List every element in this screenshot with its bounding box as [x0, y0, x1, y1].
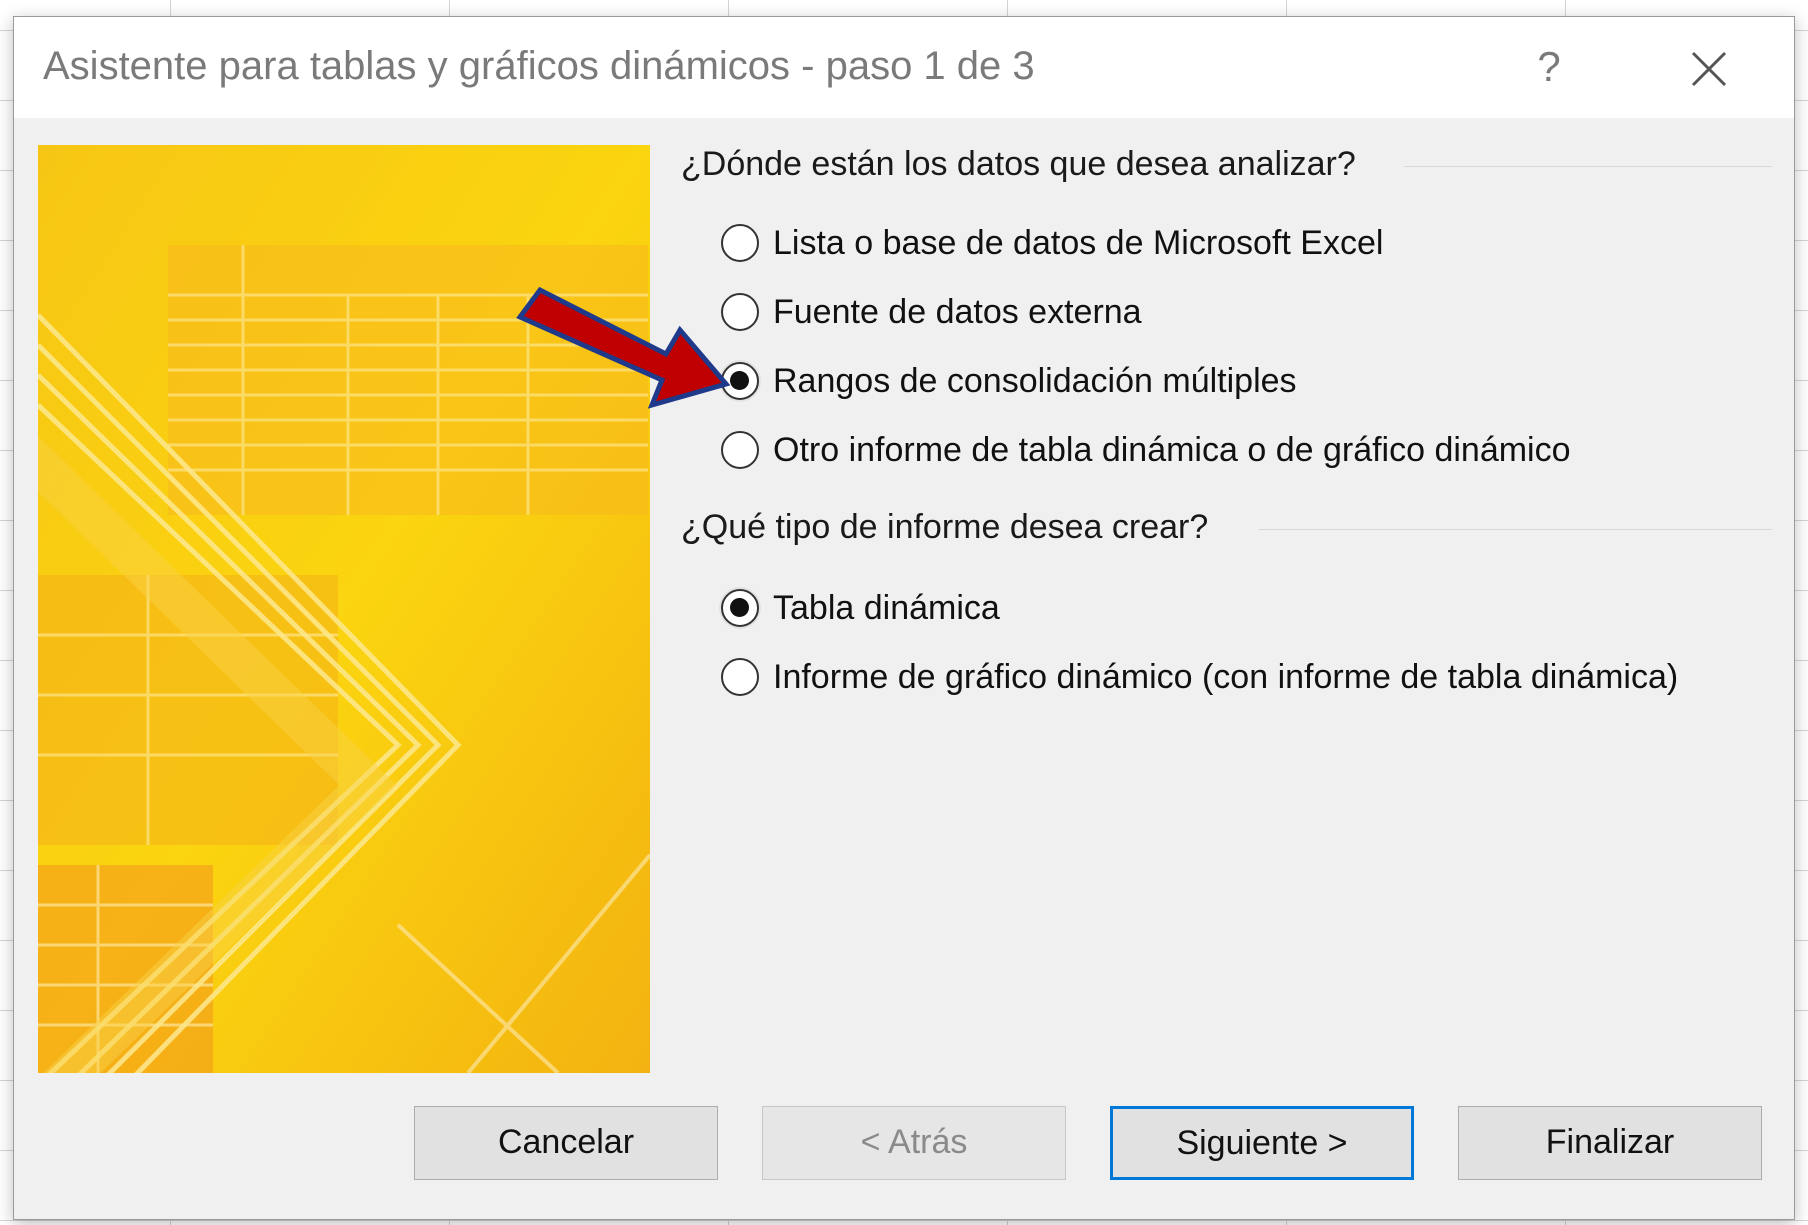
data-source-group-label: ¿Dónde están los datos que desea analiza… — [681, 145, 1370, 184]
radio-label: Informe de gráfico dinámico (con informe… — [773, 657, 1679, 696]
report-type-group-label: ¿Qué tipo de informe desea crear? — [681, 508, 1223, 547]
dialog-title: Asistente para tablas y gráficos dinámic… — [43, 44, 1035, 88]
next-button[interactable]: Siguiente > — [1110, 1106, 1414, 1180]
annotation-arrow-icon — [516, 286, 731, 409]
pivot-wizard-dialog: Asistente para tablas y gráficos dinámic… — [13, 16, 1795, 1220]
radio-excel-list[interactable]: Lista o base de datos de Microsoft Excel — [721, 217, 1383, 269]
back-button[interactable]: < Atrás — [762, 1106, 1066, 1180]
close-icon — [1691, 51, 1727, 87]
help-button[interactable]: ? — [1524, 39, 1574, 94]
group-divider — [1404, 166, 1772, 167]
group-divider — [1259, 529, 1772, 530]
radio-label: Rangos de consolidación múltiples — [773, 361, 1297, 400]
radio-label: Tabla dinámica — [773, 588, 1000, 627]
title-bar: Asistente para tablas y gráficos dinámic… — [14, 17, 1794, 118]
radio-label: Otro informe de tabla dinámica o de gráf… — [773, 430, 1571, 469]
radio-button-selected[interactable] — [721, 589, 759, 627]
radio-external-source[interactable]: Fuente de datos externa — [721, 286, 1142, 338]
radio-other-report[interactable]: Otro informe de tabla dinámica o de gráf… — [721, 424, 1571, 476]
cancel-button[interactable]: Cancelar — [414, 1106, 718, 1180]
finish-button[interactable]: Finalizar — [1458, 1106, 1762, 1180]
radio-pivot-table[interactable]: Tabla dinámica — [721, 582, 1000, 634]
radio-pivot-chart[interactable]: Informe de gráfico dinámico (con informe… — [721, 651, 1678, 703]
radio-button[interactable] — [721, 658, 759, 696]
close-button[interactable] — [1679, 39, 1739, 99]
radio-label: Lista o base de datos de Microsoft Excel — [773, 223, 1384, 262]
radio-label: Fuente de datos externa — [773, 292, 1142, 331]
radio-button[interactable] — [721, 431, 759, 469]
radio-button[interactable] — [721, 224, 759, 262]
radio-multiple-consolidation[interactable]: Rangos de consolidación múltiples — [721, 355, 1297, 407]
